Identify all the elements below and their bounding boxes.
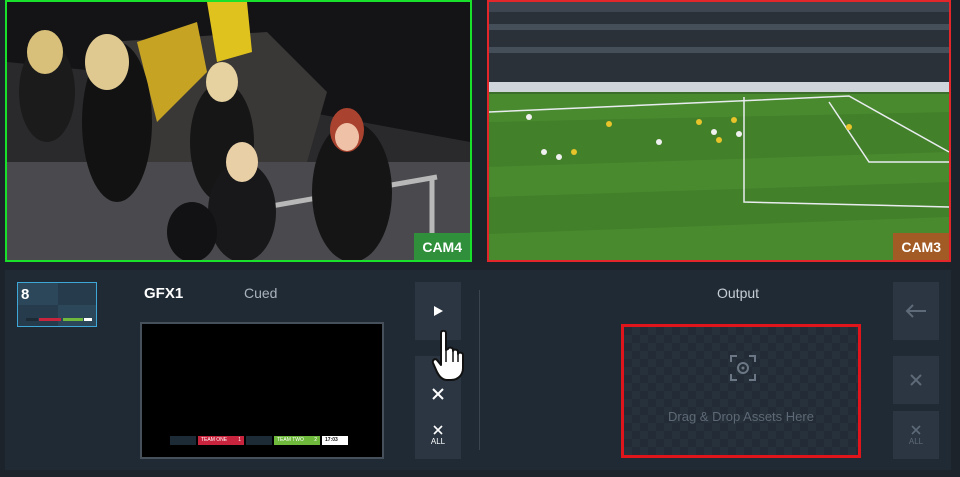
cam4-label: CAM4 (414, 233, 470, 260)
crowd-camera-image (7, 2, 470, 260)
arrow-left-icon (905, 304, 926, 318)
focus-target-icon (730, 355, 756, 381)
cam3-label: CAM3 (893, 233, 949, 260)
team-one-name: TEAM ONE (201, 437, 228, 443)
output-clear-all-button[interactable]: ALL (893, 411, 939, 459)
output-clear-all-label: ALL (908, 436, 924, 446)
close-all-icon (911, 424, 921, 435)
hand-cursor-icon (431, 330, 464, 381)
output-label: Output (717, 285, 760, 301)
close-icon (910, 374, 922, 386)
team-one-block: TEAM ONE 1 (198, 436, 244, 445)
cam3-preview[interactable]: CAM3 (487, 0, 951, 262)
graphics-control-screen: CAM4 CAM3 8 GFX1 Cued TEAM ONE 1 TEAM TW… (0, 0, 960, 477)
scoreboard-lower-third: TEAM ONE 1 TEAM TWO 2 17:03 (170, 436, 348, 445)
output-clear-button[interactable] (893, 356, 939, 404)
graphics-control-panel: 8 GFX1 Cued TEAM ONE 1 TEAM TWO 2 17:03 (5, 270, 951, 470)
graphic-status: Cued (244, 285, 278, 301)
lower-third-separator (246, 436, 272, 445)
soccer-field-camera-image (489, 2, 949, 260)
graphic-name: GFX1 (144, 285, 184, 302)
team-one-score: 1 (238, 437, 241, 443)
thumbnail-preview-image (18, 283, 96, 326)
team-two-score: 2 (314, 437, 317, 443)
cam4-preview[interactable]: CAM4 (5, 0, 472, 262)
panel-divider (479, 290, 480, 450)
team-two-name: TEAM TWO (277, 437, 304, 443)
play-icon (434, 306, 443, 316)
asset-thumbnail[interactable]: 8 (17, 282, 97, 327)
clear-all-button[interactable]: ALL (415, 411, 461, 459)
output-drop-zone[interactable]: Drag & Drop Assets Here (621, 324, 861, 458)
game-clock: 17:03 (322, 436, 348, 445)
lower-third-logo (170, 436, 196, 445)
thumbnail-number: 8 (21, 286, 30, 303)
cued-graphic-preview: TEAM ONE 1 TEAM TWO 2 17:03 (140, 322, 384, 459)
close-all-icon (433, 424, 443, 435)
drop-zone-text: Drag & Drop Assets Here (668, 409, 814, 424)
clear-all-label: ALL (430, 436, 446, 446)
team-two-block: TEAM TWO 2 (274, 436, 320, 445)
close-icon (432, 388, 444, 400)
take-back-button[interactable] (893, 282, 939, 340)
